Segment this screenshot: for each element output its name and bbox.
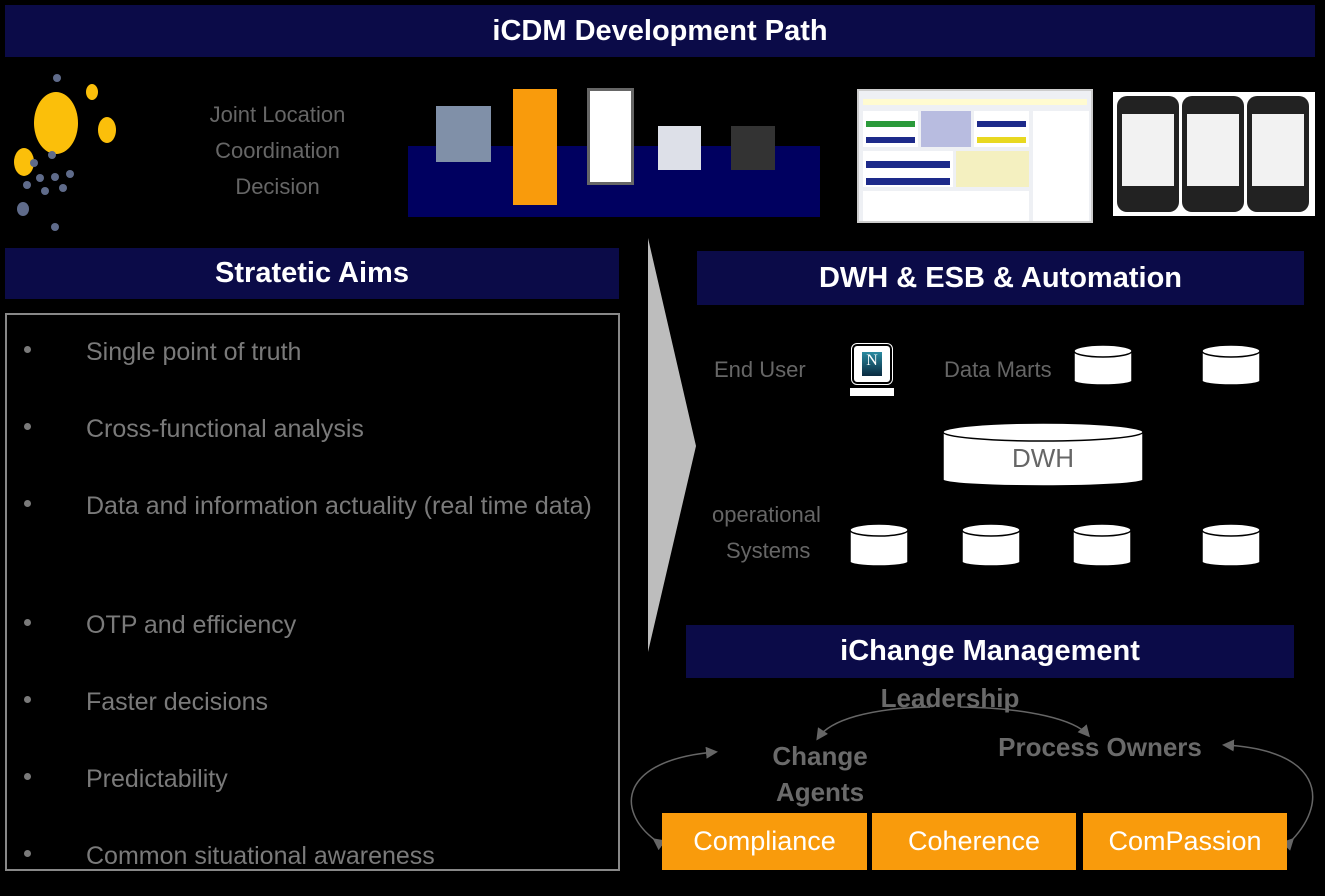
coherence-box: Coherence [872, 813, 1076, 870]
process-owners-label: Process Owners [998, 732, 1202, 762]
compassion-box: ComPassion [1083, 813, 1287, 870]
change-agents-label: Change Agents [772, 741, 868, 807]
leadership-label: Leadership [880, 683, 1020, 713]
compliance-box: Compliance [662, 813, 867, 870]
